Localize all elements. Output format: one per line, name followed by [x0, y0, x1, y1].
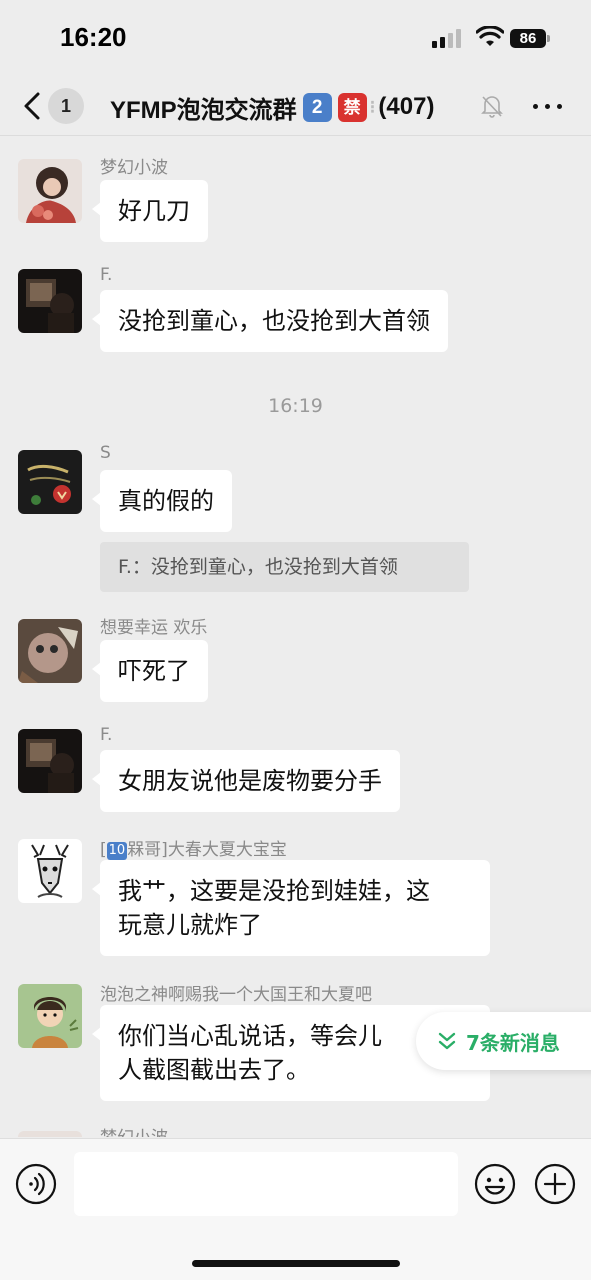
chat-title[interactable]: YFMP泡泡交流群 2 禁 ⁝ (407) [110, 90, 434, 124]
new-messages-label: 7条新消息 [466, 1031, 560, 1055]
sender-name: F. [100, 265, 113, 285]
group-name: YFMP泡泡交流群 [110, 96, 297, 124]
title-separator: ⁝ [369, 96, 376, 117]
back-icon[interactable] [18, 90, 48, 122]
status-bar: 16:20 86 [0, 0, 591, 78]
message-bubble[interactable]: 真的假的 [92, 470, 232, 532]
avatar[interactable] [18, 619, 82, 683]
unread-badge[interactable]: 1 [48, 88, 84, 124]
member-count: (407) [378, 93, 435, 120]
sender-name: 梦幻小波 [100, 158, 168, 178]
chat-header: 1 YFMP泡泡交流群 2 禁 ⁝ (407) [0, 78, 591, 136]
sender-name: S [100, 443, 111, 463]
number-badge: 10 [106, 842, 128, 860]
double-chevron-down-icon [438, 1032, 456, 1050]
emoji-icon[interactable] [474, 1163, 516, 1205]
ban-emoji: 禁 [337, 92, 367, 122]
status-icons: 86 [432, 26, 562, 52]
new-messages-button[interactable]: 7条新消息 [416, 1012, 591, 1070]
message-line: 人截图截出去了。 [118, 1056, 310, 1084]
battery-cap [547, 35, 550, 42]
sender-name: 梦幻小波 [100, 1123, 168, 1137]
message-bubble[interactable]: 我艹，这要是没抢到娃娃，这 玩意儿就炸了 [92, 860, 490, 956]
message-bubble[interactable]: 吓死了 [92, 640, 208, 702]
sender-prefix: [ [100, 840, 107, 860]
chat-message-list[interactable]: 梦幻小波 好几刀 F. 没抢到童心，也没抢到大首领 16:19 S 真的假的 F… [0, 137, 591, 1137]
avatar[interactable] [18, 269, 82, 333]
quoted-message[interactable]: F.：没抢到童心，也没抢到大首领 [100, 542, 469, 592]
voice-icon[interactable] [15, 1163, 57, 1205]
wifi-icon [476, 26, 504, 46]
signal-icon [432, 29, 461, 48]
message-bubble[interactable]: 女朋友说他是废物要分手 [92, 750, 400, 812]
message-line: 我艹，这要是没抢到娃娃，这 [118, 877, 430, 905]
sender-name: 想要幸运 欢乐 [100, 618, 208, 638]
home-indicator[interactable] [192, 1260, 400, 1267]
sender-name: 泡泡之神啊赐我一个大国王和大夏吧 [100, 985, 372, 1005]
input-bar [0, 1138, 591, 1280]
message-bubble[interactable]: 没抢到童心，也没抢到大首领 [92, 290, 448, 352]
keycap-emoji: 2 [302, 92, 332, 122]
avatar[interactable] [18, 839, 82, 903]
avatar[interactable] [18, 729, 82, 793]
plus-icon[interactable] [534, 1163, 576, 1205]
time-separator: 16:19 [268, 395, 323, 417]
more-dots-icon[interactable] [532, 93, 564, 119]
avatar[interactable] [18, 984, 82, 1048]
sender-name: F. [100, 725, 113, 745]
mute-bell-icon [481, 96, 503, 118]
battery-icon: 86 [510, 29, 546, 48]
status-time: 16:20 [60, 22, 127, 52]
avatar[interactable] [18, 1131, 82, 1137]
message-line: 玩意儿就炸了 [118, 911, 262, 939]
sender-name: [10 槑哥]大春大夏大宝宝 [100, 835, 287, 860]
avatar[interactable] [18, 159, 82, 223]
sender-name-text: 槑哥]大春大夏大宝宝 [127, 840, 287, 860]
avatar[interactable] [18, 450, 82, 514]
message-input[interactable] [74, 1152, 458, 1216]
message-bubble[interactable]: 好几刀 [92, 180, 208, 242]
